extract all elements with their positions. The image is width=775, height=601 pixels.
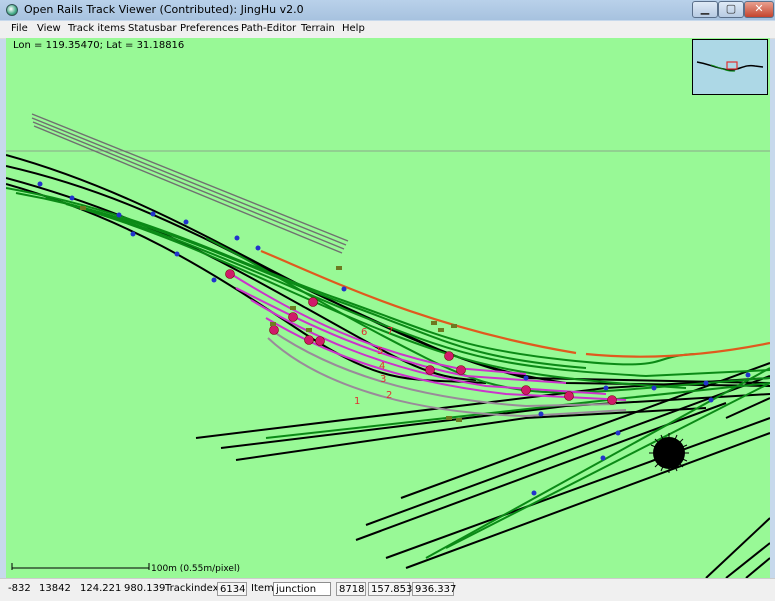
status-item-type[interactable]: junction — [273, 582, 331, 596]
status-item-id[interactable]: 8718 — [336, 582, 366, 596]
status-position-b[interactable]: 936.337 — [412, 582, 456, 596]
status-item-label: Item — [251, 583, 274, 594]
menu-statusbar[interactable]: Statusbar — [128, 23, 176, 34]
window-title: Open Rails Track Viewer (Contributed): J… — [24, 3, 304, 16]
app-window: Open Rails Track Viewer (Contributed): J… — [0, 0, 775, 601]
status-bar: -832 13842 124.221 980.139 Trackindex 61… — [0, 578, 775, 601]
track-map[interactable]: 7 6 5 4 3 2 1 — [6, 38, 770, 578]
minimap[interactable] — [692, 39, 768, 95]
status-position-a[interactable]: 157.853 — [368, 582, 412, 596]
menu-file[interactable]: File — [11, 23, 28, 34]
status-trackindex-value[interactable]: 6134 — [217, 582, 247, 596]
menu-terrain[interactable]: Terrain — [301, 23, 335, 34]
app-icon — [6, 4, 18, 16]
minimap-viewport[interactable] — [726, 61, 738, 70]
menu-view[interactable]: View — [37, 23, 61, 34]
track-label-6: 6 — [361, 327, 367, 338]
title-bar[interactable]: Open Rails Track Viewer (Contributed): J… — [0, 0, 775, 20]
scale-bar — [11, 563, 150, 570]
close-button[interactable]: ✕ — [744, 1, 774, 18]
menu-help[interactable]: Help — [342, 23, 365, 34]
turntable[interactable] — [649, 433, 689, 473]
selected-path-continuation[interactable] — [585, 341, 770, 358]
track-canvas[interactable]: 7 6 5 4 3 2 1 Lon = 119.35470; Lat = 31.… — [6, 38, 770, 578]
track-label-5: 5 — [377, 346, 383, 357]
status-x: -832 — [8, 583, 31, 594]
status-tile-x: 124.221 — [80, 583, 122, 594]
status-z: 13842 — [39, 583, 71, 594]
trackside-items[interactable] — [80, 206, 462, 422]
menu-track-items[interactable]: Track items — [68, 23, 125, 34]
status-trackindex-label: Trackindex — [165, 583, 219, 594]
green-tracks[interactable] — [6, 187, 770, 559]
track-label-4: 4 — [379, 361, 385, 372]
maximize-button[interactable]: ▢ — [718, 1, 744, 18]
track-label-3: 3 — [380, 374, 386, 385]
menu-path-editor[interactable]: Path-Editor — [241, 23, 296, 34]
status-tile-z: 980.139 — [124, 583, 166, 594]
coordinates-readout: Lon = 119.35470; Lat = 31.18816 — [13, 40, 185, 51]
track-label-7: 7 — [387, 326, 393, 337]
minimap-view — [696, 61, 764, 72]
path-tracks-magenta[interactable] — [230, 273, 627, 401]
track-label-1: 1 — [354, 396, 360, 407]
track-label-2: 2 — [386, 390, 392, 401]
minimize-button[interactable]: ▁ — [692, 1, 718, 18]
menu-preferences[interactable]: Preferences — [180, 23, 239, 34]
signal-markers[interactable] — [225, 269, 617, 405]
scale-label: 100m (0.55m/pixel) — [151, 564, 240, 574]
menu-bar: File View Track items Statusbar Preferen… — [0, 21, 775, 39]
